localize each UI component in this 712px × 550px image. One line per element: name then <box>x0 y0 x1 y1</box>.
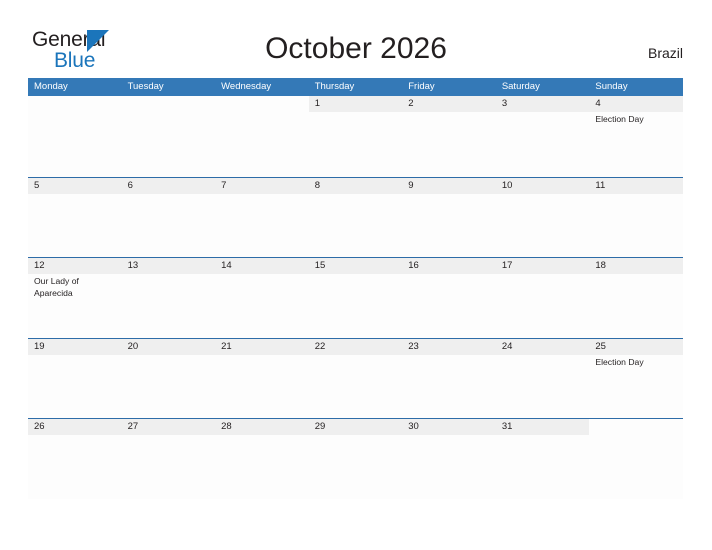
day-number <box>121 96 216 112</box>
day-number: 24 <box>495 338 590 355</box>
day-cell[interactable]: 7 <box>215 177 309 257</box>
day-number: 5 <box>28 177 122 194</box>
day-cell[interactable]: 28 <box>215 419 309 498</box>
weekday-header-thursday: Thursday <box>314 81 355 92</box>
day-number: 1 <box>308 96 403 112</box>
day-number: 29 <box>308 419 403 435</box>
day-events: Election Day <box>589 355 683 369</box>
day-cell[interactable]: 13 <box>121 258 216 337</box>
day-cell[interactable]: 6 <box>121 177 216 257</box>
day-events: Election Day <box>589 112 683 126</box>
day-number: 12 <box>28 258 122 274</box>
day-cell[interactable]: 30 <box>402 419 496 498</box>
day-number: 22 <box>308 338 403 355</box>
holiday-label: Election Day <box>595 114 644 124</box>
day-cell[interactable]: 15 <box>308 258 403 337</box>
day-number: 15 <box>308 258 403 274</box>
day-number: 16 <box>402 258 496 274</box>
day-number <box>215 96 309 112</box>
weekday-header-row: Monday Tuesday Wednesday Thursday Friday Satu… <box>28 78 683 96</box>
day-cell-empty <box>215 96 309 175</box>
day-number: 20 <box>121 338 216 355</box>
day-cell[interactable]: 26 <box>28 419 122 498</box>
day-number: 21 <box>215 338 309 355</box>
week-row: 12 Our Lady of Aparecida 13 14 15 16 17 18 <box>28 257 683 338</box>
day-cell[interactable]: 2 <box>402 96 496 175</box>
day-cell-empty <box>589 419 683 498</box>
day-number: 9 <box>402 177 496 194</box>
day-number: 25 <box>589 338 683 355</box>
holiday-label: Our Lady of Aparecida <box>34 276 79 298</box>
day-number: 17 <box>495 258 590 274</box>
day-events: Our Lady of Aparecida <box>28 274 122 299</box>
day-cell[interactable]: 23 <box>402 338 496 418</box>
day-number: 31 <box>495 419 590 435</box>
day-cell[interactable]: 22 <box>308 338 403 418</box>
day-cell[interactable]: 24 <box>495 338 590 418</box>
day-cell-empty <box>28 96 122 175</box>
day-cell[interactable]: 20 <box>121 338 216 418</box>
day-number: 14 <box>215 258 309 274</box>
day-number: 6 <box>121 177 216 194</box>
day-number: 27 <box>121 419 216 435</box>
day-number: 19 <box>28 338 122 355</box>
week-row: 1 2 3 4 Election Day <box>28 96 683 177</box>
day-number: 26 <box>28 419 122 435</box>
day-cell[interactable]: 12 Our Lady of Aparecida <box>28 258 122 337</box>
day-cell[interactable]: 16 <box>402 258 496 337</box>
calendar-grid: Monday Tuesday Wednesday Thursday Friday Satu… <box>28 78 683 499</box>
day-cell[interactable]: 9 <box>402 177 496 257</box>
day-number <box>589 419 683 435</box>
day-cell[interactable]: 19 <box>28 338 122 418</box>
page-title: October 2026 <box>265 32 447 65</box>
holiday-label: Election Day <box>595 356 644 367</box>
day-number: 11 <box>589 177 683 194</box>
day-cell[interactable]: 18 <box>589 258 683 337</box>
day-cell[interactable]: 17 <box>495 258 590 337</box>
week-row: 19 20 21 22 23 24 25 Election Day <box>28 337 683 418</box>
page-header: General Blue October 2026 Brazil <box>0 0 712 78</box>
day-number: 18 <box>589 258 683 274</box>
week-row: 26 27 28 29 30 31 <box>28 418 683 499</box>
weekday-header-sunday: Sunday <box>595 81 628 92</box>
day-number: 3 <box>495 96 590 112</box>
country-label: Brazil <box>647 45 683 61</box>
day-cell[interactable]: 11 <box>589 177 683 257</box>
weekday-header-saturday: Saturday <box>501 81 540 92</box>
day-number: 10 <box>495 177 590 194</box>
day-number: 30 <box>402 419 496 435</box>
day-cell[interactable]: 1 <box>308 96 403 175</box>
day-number: 23 <box>402 338 496 355</box>
day-cell[interactable]: 29 <box>308 419 403 498</box>
day-number: 7 <box>215 177 309 194</box>
day-cell[interactable]: 31 <box>495 419 590 498</box>
day-cell[interactable]: 25 Election Day <box>589 338 683 418</box>
day-cell-empty <box>121 96 216 175</box>
weekday-header-tuesday: Tuesday <box>127 81 164 92</box>
day-cell[interactable]: 4 Election Day <box>589 96 683 175</box>
day-cell[interactable]: 8 <box>308 177 403 257</box>
weekday-header-friday: Friday <box>408 81 435 92</box>
week-row: 5 6 7 8 9 10 11 <box>28 176 683 257</box>
day-number <box>28 96 122 112</box>
weekday-header-monday: Monday <box>34 81 68 92</box>
weekday-header-wednesday: Wednesday <box>221 81 272 92</box>
calendar-body: 1 2 3 4 Election Day 5 6 7 8 9 10 11 12 Our Lady of A… <box>28 96 683 499</box>
day-number: 2 <box>402 96 496 112</box>
day-cell[interactable]: 3 <box>495 96 590 175</box>
day-cell[interactable]: 14 <box>215 258 309 337</box>
day-cell[interactable]: 21 <box>215 338 309 418</box>
day-number: 28 <box>215 419 309 435</box>
day-number: 4 <box>589 96 683 112</box>
day-number: 8 <box>308 177 403 194</box>
day-number: 13 <box>121 258 216 274</box>
day-cell[interactable]: 10 <box>495 177 590 257</box>
day-cell[interactable]: 5 <box>28 177 122 257</box>
day-cell[interactable]: 27 <box>121 419 216 498</box>
